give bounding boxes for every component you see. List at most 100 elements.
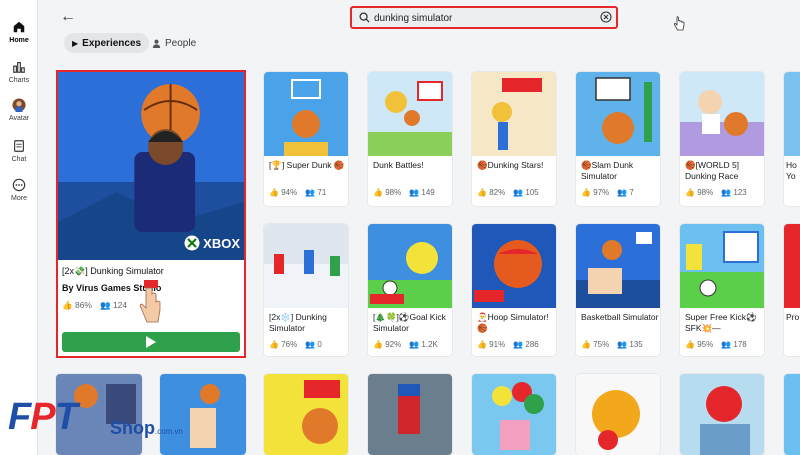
tab-label: Experiences: [82, 37, 142, 49]
game-stats: 👍 91% 👥 286: [477, 340, 539, 349]
game-card[interactable]: 🏀Slam Dunk Simulator 👍 97% 👥 7: [576, 72, 660, 206]
game-stats: 👍 76% 👥 0: [269, 340, 322, 349]
featured-stats: 👍 86% 👥 124: [62, 300, 128, 310]
sidebar-item-label: Charts: [8, 77, 30, 84]
xbox-label: XBOX: [203, 235, 240, 251]
game-title: [🏆] Super Dunk 🏀: [269, 160, 345, 170]
game-title: 🏀Dunking Stars!: [477, 160, 544, 170]
game-title: [2x❄️] Dunking Simulator: [269, 312, 327, 333]
game-stats: 👍 92% 👥 1.2K: [373, 340, 438, 349]
sidebar-item-chat[interactable]: Chat: [0, 139, 38, 163]
game-thumbnail: [680, 374, 764, 455]
game-thumbnail: [784, 72, 800, 156]
game-card-partial[interactable]: Ho Yo: [784, 72, 800, 206]
players-icon: 👥: [99, 300, 111, 310]
game-thumbnail: [264, 224, 348, 308]
game-thumbnail: [160, 374, 246, 455]
xbox-badge: XBOX: [184, 235, 240, 251]
tab-people[interactable]: People: [144, 33, 204, 53]
tab-experiences[interactable]: ▶ Experiences: [64, 33, 150, 53]
game-title: Basketball Simulator: [581, 312, 659, 322]
game-card[interactable]: [368, 374, 452, 455]
game-title: 🏀Slam Dunk Simulator: [581, 160, 634, 181]
game-card-partial[interactable]: Pro: [784, 224, 800, 356]
game-card[interactable]: Dunk Battles! 👍 98% 👥 149: [368, 72, 452, 206]
sidebar-item-label: Home: [9, 37, 29, 44]
xbox-icon: [184, 235, 200, 251]
game-card[interactable]: [680, 374, 764, 455]
game-title: Pro: [786, 312, 800, 322]
game-card[interactable]: 🏀[WORLD 5] Dunking Race 👍 98% 👥 123: [680, 72, 764, 206]
game-title: Dunk Battles!: [373, 160, 424, 170]
search-bar[interactable]: [350, 6, 618, 29]
game-card[interactable]: Basketball Simulator 👍 75% 👥 135: [576, 224, 660, 356]
play-icon: [146, 336, 156, 348]
sidebar: Home Charts Avatar Chat More: [0, 0, 38, 455]
featured-title: [2x💸] Dunking Simulator: [62, 266, 164, 276]
game-card[interactable]: 🏀Dunking Stars! 👍 82% 👥 105: [472, 72, 556, 206]
game-stats: 👍 98% 👥 123: [685, 188, 747, 197]
hand-cursor-icon: [673, 16, 685, 31]
tab-label: People: [165, 37, 197, 49]
game-thumbnail: [368, 374, 452, 455]
game-thumbnail: [680, 224, 764, 308]
play-icon: ▶: [72, 38, 79, 48]
game-stats: 👍 82% 👥 105: [477, 188, 539, 197]
game-card[interactable]: [264, 374, 348, 455]
game-thumbnail: [472, 224, 556, 308]
main-content: ← ▶ Experiences People: [38, 0, 800, 455]
charts-icon: [13, 62, 25, 73]
game-thumbnail: [264, 72, 348, 156]
game-card[interactable]: [🎄🍀]⚽Goal Kick Simulator 👍 92% 👥 1.2K: [368, 224, 452, 356]
sidebar-item-label: Avatar: [8, 115, 30, 122]
game-title: [🎄🍀]⚽Goal Kick Simulator: [373, 312, 446, 333]
fpt-logo: FPT: [8, 396, 78, 438]
avatar-icon: [12, 98, 26, 112]
game-thumbnail: [264, 374, 348, 455]
game-card[interactable]: 🎅Hoop Simulator!🏀 👍 91% 👥 286: [472, 224, 556, 356]
game-card[interactable]: [576, 374, 660, 455]
game-card-partial[interactable]: [784, 374, 800, 455]
sidebar-item-charts[interactable]: Charts: [0, 60, 38, 84]
game-card[interactable]: Super Free Kick⚽SFK💥— 👍 95% 👥 178: [680, 224, 764, 356]
game-thumbnail: [680, 72, 764, 156]
search-icon: [359, 12, 370, 23]
fpt-shop-watermark: FPT: [8, 396, 78, 439]
home-icon: [13, 21, 25, 33]
sidebar-item-more[interactable]: More: [0, 178, 38, 202]
search-input[interactable]: [374, 10, 584, 26]
game-thumbnail: [784, 374, 800, 455]
game-thumbnail: [576, 374, 660, 455]
game-title: 🏀[WORLD 5] Dunking Race: [685, 160, 740, 181]
game-card[interactable]: [160, 374, 246, 455]
game-card[interactable]: [472, 374, 556, 455]
game-thumbnail: [368, 224, 452, 308]
game-thumbnail: [784, 224, 800, 308]
game-title: 🎅Hoop Simulator!🏀: [477, 312, 549, 333]
clear-search-icon[interactable]: [600, 11, 612, 23]
featured-thumbnail[interactable]: XBOX: [58, 72, 244, 260]
game-title: Super Free Kick⚽SFK💥—: [685, 312, 757, 333]
sidebar-item-home[interactable]: Home: [0, 20, 38, 44]
game-card[interactable]: [🏆] Super Dunk 🏀 👍 94% 👥 71: [264, 72, 348, 206]
sidebar-item-label: Chat: [11, 156, 27, 163]
game-stats: 👍 95% 👥 178: [685, 340, 747, 349]
game-stats: 👍 98% 👥 149: [373, 188, 435, 197]
game-thumbnail: [472, 72, 556, 156]
back-arrow-icon[interactable]: ←: [60, 8, 76, 26]
more-icon: [12, 178, 26, 192]
game-card[interactable]: [2x❄️] Dunking Simulator 👍 76% 👥 0: [264, 224, 348, 356]
game-stats: 👍 75% 👥 135: [581, 340, 643, 349]
game-thumbnail: [472, 374, 556, 455]
sidebar-item-avatar[interactable]: Avatar: [0, 98, 38, 122]
game-thumbnail: [576, 224, 660, 308]
featured-game-card[interactable]: XBOX [2x💸] Dunking Simulator By Virus Ga…: [56, 70, 246, 358]
pointing-hand-icon: [139, 280, 161, 323]
game-stats: 👍 97% 👥 7: [581, 188, 634, 197]
sidebar-item-label: More: [11, 195, 27, 202]
play-button[interactable]: [62, 332, 240, 352]
game-title: Ho Yo: [786, 160, 797, 181]
chat-icon: [14, 140, 24, 152]
person-icon: [152, 39, 161, 48]
shop-watermark-text: Shop.com.vn: [110, 418, 184, 438]
